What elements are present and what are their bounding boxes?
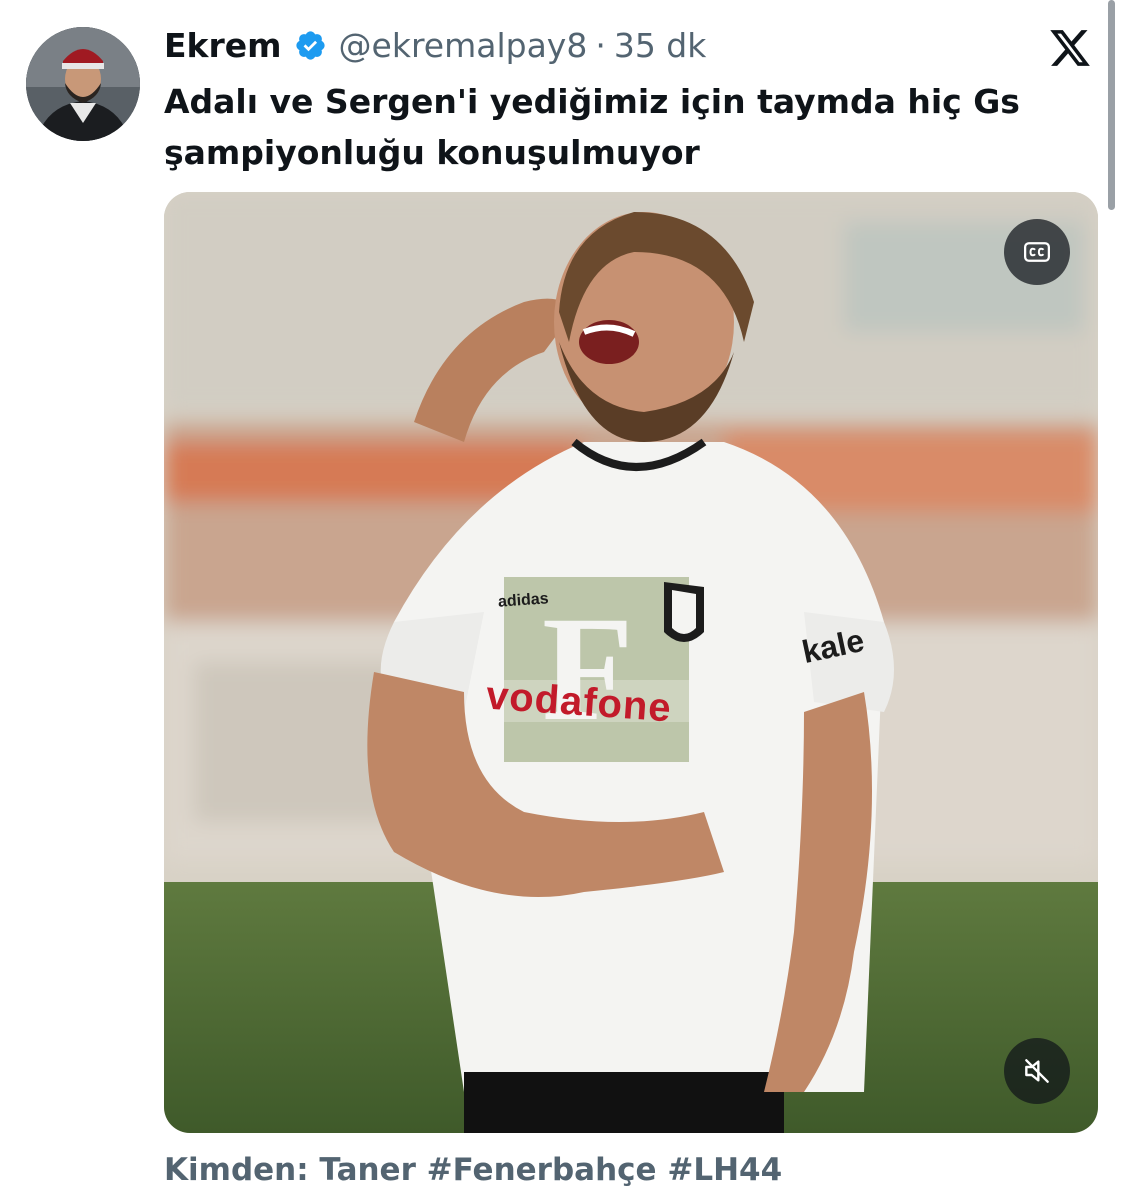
tweet-header: Ekrem @ekremalpay8 · 35 dk	[164, 22, 706, 68]
video-credit: Kimden: Taner #Fenerbahçe #LH44	[164, 1152, 783, 1188]
x-logo-icon[interactable]	[1048, 26, 1092, 70]
display-name[interactable]: Ekrem	[164, 26, 282, 65]
verified-badge-icon	[295, 30, 325, 60]
handle[interactable]: @ekremalpay8	[339, 26, 588, 65]
scrollbar-thumb[interactable]	[1108, 0, 1115, 210]
avatar[interactable]	[26, 27, 140, 141]
separator-dot: ·	[595, 25, 606, 65]
video-player[interactable]: F adidas vodafone kale	[164, 192, 1098, 1133]
muted-speaker-icon	[1025, 1059, 1049, 1083]
timestamp[interactable]: 35 dk	[614, 26, 707, 65]
mute-toggle-button[interactable]	[1004, 1038, 1070, 1104]
jersey-brand: adidas	[497, 590, 550, 611]
avatar-image	[26, 27, 140, 141]
watermark-letter: F	[542, 586, 634, 752]
tweet-text: Adalı ve Sergen'i yediğimiz için taymda …	[164, 82, 1020, 172]
closed-captions-icon	[1024, 242, 1050, 262]
closed-captions-button[interactable]	[1004, 219, 1070, 285]
